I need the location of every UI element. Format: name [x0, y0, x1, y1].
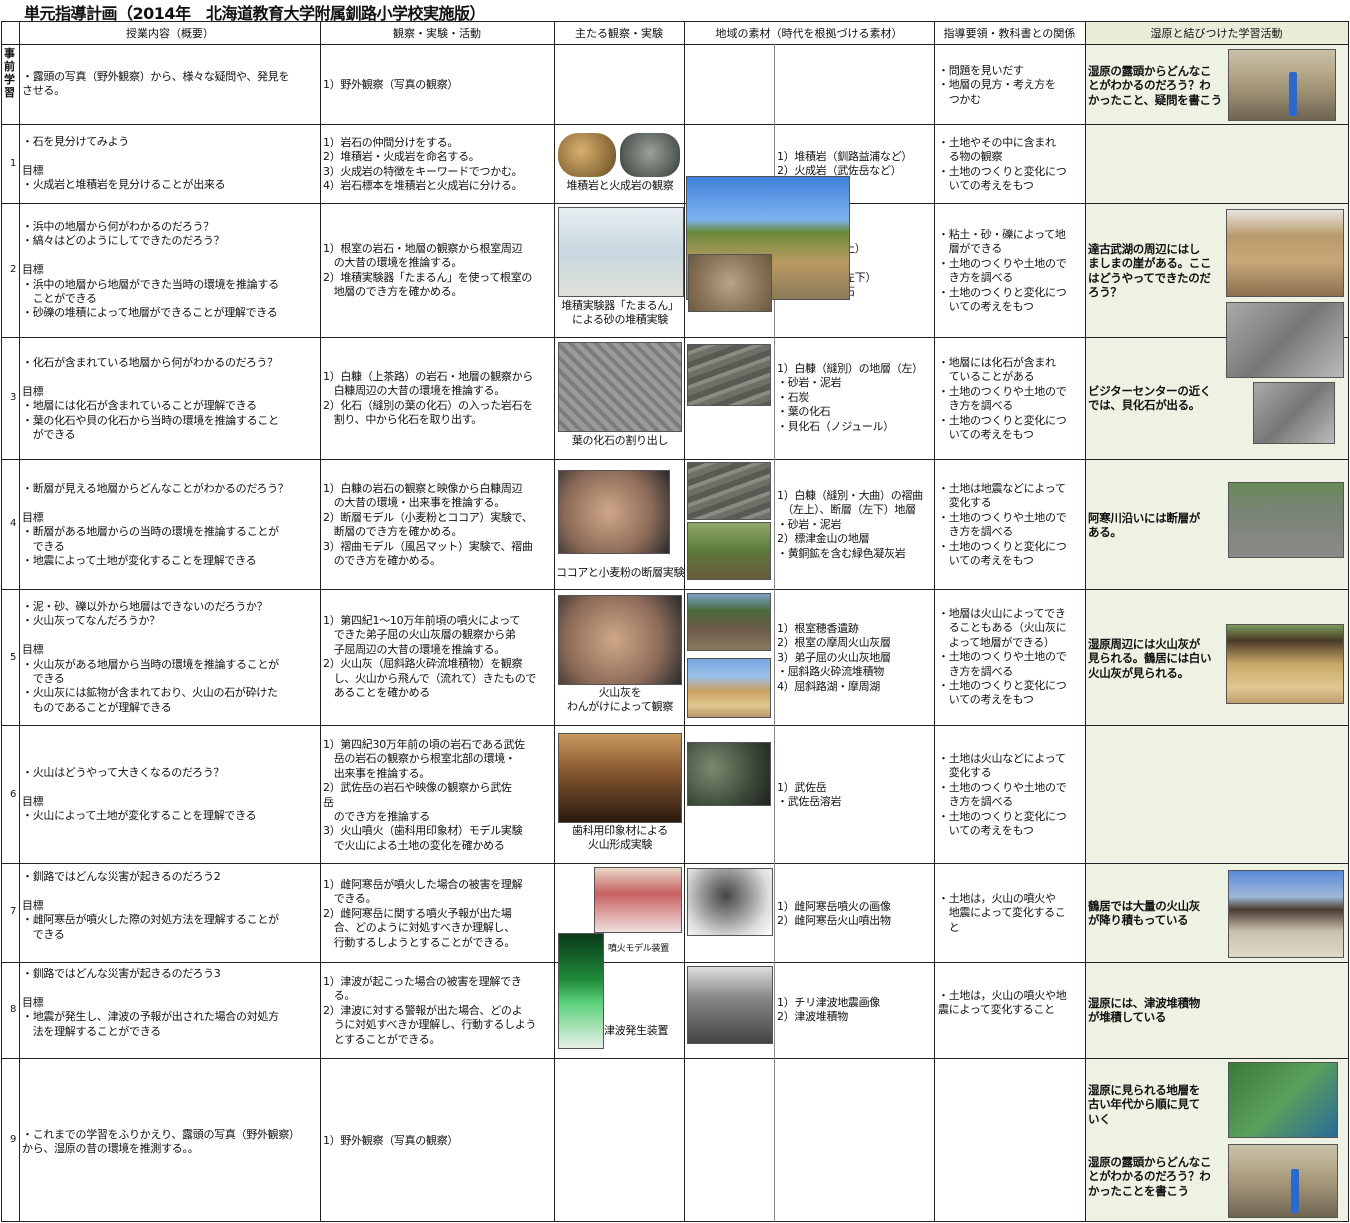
outcrop-photo	[1226, 209, 1344, 297]
row-number: 2	[10, 264, 17, 275]
lesson-content: ・断層が見える地層からどんなことがわかるのだろう？ 目標 ・断層がある地層からの…	[22, 482, 289, 568]
curriculum-note: ・土地は，火山の噴火や地 震によって変化すること	[938, 989, 1067, 1017]
experiment-caption: 噴火モデル装置	[608, 944, 669, 954]
eruption-model-photo	[594, 867, 682, 933]
experiment-caption: 堆積実験器「たまるん」 による砂の堆積実験	[561, 299, 679, 327]
wetland-activity: 鶴居では大量の火山灰 が降り積もっている	[1088, 899, 1200, 928]
sediment-experiment-photo	[558, 207, 684, 297]
lesson-content: ・火山はどうやって大きくなるのだろう？ 目標 ・火山によって土地が変化することを…	[22, 766, 257, 823]
row-number: 6	[10, 789, 17, 800]
outcrop-photo	[1228, 1144, 1338, 1218]
fault-photo	[687, 522, 771, 580]
eruption-photo	[687, 868, 773, 936]
local-material: 1）チリ津波地震画像 2）津波堆積物	[777, 996, 880, 1024]
local-material: 1）武佐岳 ・武佐岳溶岩	[777, 781, 842, 809]
row-number: 3	[10, 392, 17, 403]
local-material: 1）白糠（縫別）の地層（左） ・砂岩・泥岩 ・石炭 ・葉の化石 ・貝化石（ノジュ…	[777, 362, 923, 433]
igneous-rock-photo	[620, 133, 680, 177]
shell-fossil-photo	[1253, 382, 1335, 444]
excavation-photo	[687, 593, 771, 651]
local-material: 1）根室穂香遺跡 2）根室の摩周火山灰層 3）弟子屈の火山灰地層 ・屈斜路火砕流…	[777, 622, 891, 693]
header-main-experiment: 主たる観察・実験	[575, 26, 663, 40]
header-local-material: 地域の素材（時代を根拠づける素材）	[715, 26, 903, 40]
fault-river-photo	[1228, 482, 1344, 558]
strata-map-photo	[1228, 1062, 1338, 1138]
fold-photo	[687, 462, 771, 520]
row-number: 8	[10, 1004, 17, 1015]
wetland-activity: 阿寒川沿いには断層が ある。	[1088, 511, 1200, 540]
experiment-caption: 津波発生装置	[604, 1024, 669, 1037]
curriculum-note: ・地層には化石が含まれ ていることがある ・土地のつくりや土地ので き方を調べる…	[938, 356, 1067, 442]
header-wetland: 湿原と結びつけた学習活動	[1085, 21, 1348, 44]
curriculum-note: ・問題を見いだす ・地層の見方・考え方を つかむ	[938, 64, 1056, 106]
row-number: 4	[10, 518, 17, 529]
ash-outcrop-photo	[1226, 624, 1344, 704]
lesson-activity: 1）第四紀30万年前の頃の岩石である武佐 岳の岩石の観察から根室北部の環境・ 出…	[323, 738, 525, 852]
local-material: 1）白糠（縫別・大曲）の褶曲 （左上）、断層（左下）地層 ・砂岩・泥岩 2）標津…	[777, 489, 923, 560]
leaf-fossil-photo	[558, 342, 682, 432]
lesson-activity: 1）根室の岩石・地層の観察から根室周辺 の大昔の環境を推論する。 2）堆積実験器…	[323, 242, 533, 299]
lesson-activity: 1）野外観察（写真の観察）	[323, 78, 459, 91]
lesson-content: ・釧路ではどんな災害が起きるのだろう3 目標 ・地震が発生し、津波の予報が出され…	[22, 967, 279, 1038]
lesson-activity: 1）岩石の仲間分けをする。 2）堆積岩・火成岩を命名する。 3）火成岩の特徴をキ…	[323, 136, 523, 193]
row-number: 事 前 学 習	[4, 47, 15, 99]
lesson-activity: 1）野外観察（写真の観察）	[323, 1134, 459, 1147]
sedimentary-rock-photo	[558, 133, 616, 177]
strata-photo	[687, 344, 771, 406]
wetland-activity: 湿原に見られる地層を 古い年代から順に見て いく	[1088, 1083, 1200, 1126]
curriculum-note: ・地層は火山によってでき ることもある（火山灰に よって地層ができる） ・土地の…	[938, 607, 1067, 707]
wetland-activity: ビジターセンターの近く では、貝化石が出る。	[1088, 384, 1211, 413]
lesson-activity: 1）白糠（上茶路）の岩石・地層の観察から 白糠周辺の大昔の環境を推論する。 2）…	[323, 370, 533, 427]
lesson-content: ・釧路ではどんな災害が起きるのだろう2 目標 ・雌阿寒岳が噴火した際の対処方法を…	[22, 870, 279, 941]
lesson-activity: 1）津波が起こった場合の被害を理解でき る。 2）津波に対する警報が出た場合、ど…	[323, 975, 537, 1046]
tsunami-photo	[687, 966, 773, 1044]
lesson-content: ・露頭の写真（野外観察）から、様々な疑問や、発見を させる。	[22, 70, 290, 98]
lesson-activity: 1）第四紀1〜10万年前頃の噴火によって できた弟子屈の火山灰層の観察から弟 子…	[323, 614, 537, 700]
lava-photo	[687, 742, 771, 806]
volcanic-ash-photo	[558, 595, 682, 685]
experiment-caption: 火山灰を わんがけによって観察	[566, 686, 674, 714]
lesson-content: ・浜中の地層から何がわかるのだろう？ ・縞々はどのようにしてできたのだろう？ 目…	[22, 220, 279, 320]
lesson-content: ・泥・砂、礫以外から地層はできないのだろうか？ ・火山灰ってなんだろうか？ 目標…	[22, 600, 279, 714]
wetland-activity: 湿原には、津波堆積物 が堆積している	[1088, 996, 1200, 1025]
experiment-caption: 堆積岩と火成岩の観察	[566, 179, 674, 192]
row-number: 5	[10, 652, 17, 663]
row-number: 7	[10, 906, 17, 917]
lesson-content: ・これまでの学習をふりかえり、露頭の写真（野外観察） から、湿原の昔の環境を推測…	[22, 1128, 300, 1156]
ash-deposit-photo	[1228, 870, 1344, 958]
lesson-content: ・化石が含まれている地層から何がわかるのだろう？ 目標 ・地層には化石が含まれて…	[22, 356, 279, 442]
header-content: 授業内容（概要）	[126, 26, 214, 40]
wetland-activity: 湿原の露頭からどんなこ とがわかるのだろう？わ かったことを書こう	[1088, 1155, 1212, 1198]
local-material: 1）雌阿寒岳噴火の画像 2）雌阿寒岳火山噴出物	[777, 900, 891, 928]
wetland-photo	[1226, 302, 1344, 378]
lesson-content: ・石を見分けてみよう 目標 ・火成岩と堆積岩を見分けることが出来る	[22, 135, 226, 192]
header-curriculum: 指導要領・教科書との関係	[943, 26, 1076, 40]
wetland-activity: 湿原周辺には火山灰が 見られる。鶴居には白い 火山灰が見られる。	[1088, 637, 1212, 680]
curriculum-note: ・土地やその中に含まれ る物の観察 ・土地のつくりと変化につ いての考えをもつ	[938, 136, 1067, 193]
experiment-caption: 歯科用印象材による 火山形成実験	[572, 824, 668, 852]
wetland-activity: 湿原の露頭からどんなこ とがわかるのだろう？わ かったこと、疑問を書こう	[1088, 64, 1222, 107]
outcrop-photo	[1228, 49, 1336, 121]
lesson-activity: 1）雌阿寒岳が噴火した場合の被害を理解 できる。 2）雌阿寒岳に関する噴火予報が…	[323, 878, 523, 949]
curriculum-note: ・土地は地震などによって 変化する ・土地のつくりや土地ので き方を調べる ・土…	[938, 482, 1067, 568]
curriculum-note: ・土地は，火山の噴火や 地震によって変化するこ と	[938, 892, 1066, 934]
curriculum-note: ・粘土・砂・礫によって地 層ができる ・土地のつくりや土地ので き方を調べる ・…	[938, 228, 1067, 314]
local-material: 1）堆積岩（釧路益浦など） 2）火成岩（武佐岳など）	[777, 150, 913, 178]
experiment-caption: ココアと小麦粉の断層実験	[556, 566, 685, 579]
fossil-photo	[688, 254, 772, 312]
ash-layer-photo	[687, 658, 771, 718]
fault-experiment-photo	[558, 470, 670, 554]
wetland-activity: 達古武湖の周辺にはし ましまの崖がある。ここ はどうやってできたのだ ろう？	[1088, 242, 1212, 300]
experiment-caption: 葉の化石の割り出し	[571, 434, 669, 447]
volcano-model-photo	[558, 733, 682, 823]
lesson-activity: 1）白糠の岩石の観察と映像から白糠周辺 の大昔の環境・出来事を推論する。 2）断…	[323, 482, 533, 568]
row-number: 9	[10, 1134, 17, 1145]
curriculum-note: ・土地は火山などによって 変化する ・土地のつくりや土地ので き方を調べる ・土…	[938, 752, 1067, 838]
row-number: 1	[10, 158, 17, 169]
page-title: 単元指導計画（2014年 北海道教育大学附属釧路小学校実施版）	[24, 4, 486, 23]
header-activity: 観察・実験・活動	[393, 26, 481, 40]
tsunami-device-photo	[558, 933, 604, 1049]
